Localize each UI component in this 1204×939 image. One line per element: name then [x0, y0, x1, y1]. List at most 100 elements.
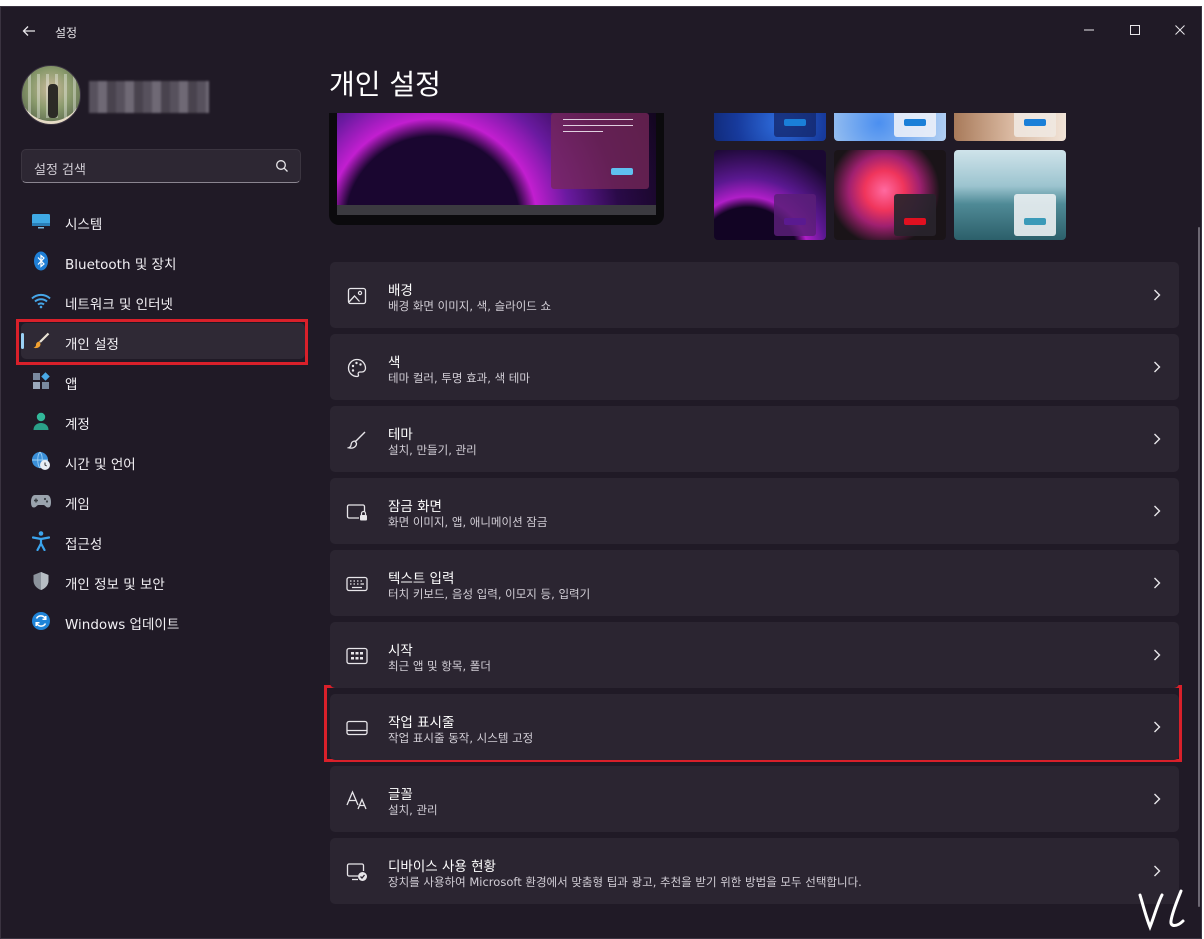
minimize-button[interactable]: [1066, 13, 1112, 47]
user-name-redacted: [89, 81, 209, 113]
setting-title: 텍스트 입력: [388, 571, 455, 587]
sidebar-item-label: 앱: [65, 377, 78, 393]
device-usage-icon: [346, 861, 368, 883]
theme-thumbnail[interactable]: [834, 113, 946, 141]
sidebar-item-privacy[interactable]: 개인 정보 및 보안: [21, 563, 305, 599]
theme-thumbnail[interactable]: [714, 150, 826, 240]
settings-window: 설정 설정 검색 시스템 Bluetooth 및 장치 네트워크 및 인터넷 개…: [0, 6, 1202, 939]
search-input[interactable]: 설정 검색: [21, 149, 301, 183]
sidebar-item-gaming[interactable]: 게임: [21, 483, 305, 519]
sidebar-item-label: Windows 업데이트: [65, 617, 180, 633]
sidebar-item-windows-update[interactable]: Windows 업데이트: [21, 603, 305, 639]
chevron-right-icon: [1149, 791, 1165, 807]
setting-description: 설치, 관리: [388, 803, 438, 817]
chevron-right-icon: [1149, 431, 1165, 447]
setting-description: 장치를 사용하여 Microsoft 환경에서 맞춤형 팁과 광고, 추천을 받…: [388, 875, 862, 889]
monitor-icon: [31, 211, 51, 231]
sidebar-item-bluetooth[interactable]: Bluetooth 및 장치: [21, 243, 305, 279]
theme-thumbnail[interactable]: [714, 113, 826, 141]
theme-thumbnail[interactable]: [954, 113, 1066, 141]
back-arrow-icon: [22, 26, 35, 36]
sidebar-nav: 시스템 Bluetooth 및 장치 네트워크 및 인터넷 개인 설정 앱 계정…: [21, 203, 305, 643]
setting-title: 작업 표시줄: [388, 715, 455, 731]
keyboard-icon: [346, 573, 368, 595]
accessibility-icon: [31, 531, 51, 551]
chevron-right-icon: [1149, 359, 1165, 375]
start-grid-icon: [346, 645, 368, 667]
setting-description: 설치, 만들기, 관리: [388, 443, 477, 457]
chevron-right-icon: [1149, 863, 1165, 879]
theme-thumbnail[interactable]: [834, 150, 946, 240]
setting-row-start[interactable]: 시작 최근 앱 및 항목, 폴더: [330, 622, 1179, 688]
minimize-icon: [1084, 29, 1094, 31]
avatar: [21, 65, 81, 125]
setting-row-taskbar[interactable]: 작업 표시줄 작업 표시줄 동작, 시스템 고정: [330, 694, 1179, 760]
chevron-right-icon: [1149, 719, 1165, 735]
apps-icon: [31, 371, 51, 391]
maximize-icon: [1130, 25, 1140, 35]
app-title: 설정: [55, 26, 78, 40]
shield-icon: [31, 571, 51, 591]
sidebar-item-label: Bluetooth 및 장치: [65, 257, 177, 273]
setting-title: 배경: [388, 283, 413, 299]
bluetooth-icon: [31, 251, 51, 271]
globe-clock-icon: [31, 451, 51, 471]
setting-row-lock-screen[interactable]: 잠금 화면 화면 이미지, 앱, 애니메이션 잠금: [330, 478, 1179, 544]
setting-description: 테마 컬러, 투명 효과, 색 테마: [388, 371, 530, 385]
sidebar-item-label: 네트워크 및 인터넷: [65, 297, 173, 313]
setting-title: 시작: [388, 643, 413, 659]
setting-title: 잠금 화면: [388, 499, 442, 515]
watermark-logo: [1138, 889, 1185, 932]
lock-screen-icon: [346, 501, 368, 523]
sidebar-item-apps[interactable]: 앱: [21, 363, 305, 399]
search-placeholder: 설정 검색: [34, 163, 86, 178]
page-title: 개인 설정: [329, 68, 441, 101]
chevron-right-icon: [1149, 287, 1165, 303]
sidebar-item-accounts[interactable]: 계정: [21, 403, 305, 439]
sidebar-item-system[interactable]: 시스템: [21, 203, 305, 239]
sidebar-item-label: 게임: [65, 497, 90, 513]
close-icon: [1175, 25, 1185, 35]
chevron-right-icon: [1149, 647, 1165, 663]
setting-description: 배경 화면 이미지, 색, 슬라이드 쇼: [388, 299, 552, 313]
setting-row-colors[interactable]: 색 테마 컬러, 투명 효과, 색 테마: [330, 334, 1179, 400]
chevron-right-icon: [1149, 503, 1165, 519]
taskbar-icon: [346, 717, 368, 739]
title-bar: 설정: [1, 7, 1201, 51]
sidebar-item-label: 개인 정보 및 보안: [65, 577, 165, 593]
desktop-preview: [329, 113, 664, 225]
setting-row-themes[interactable]: 테마 설치, 만들기, 관리: [330, 406, 1179, 472]
highlight-personalization: [16, 319, 308, 365]
setting-row-device-usage[interactable]: 디바이스 사용 현황 장치를 사용하여 Microsoft 환경에서 맞춤형 팁…: [330, 838, 1179, 904]
gamepad-icon: [31, 491, 51, 511]
setting-description: 작업 표시줄 동작, 시스템 고정: [388, 731, 534, 745]
maximize-button[interactable]: [1112, 13, 1158, 47]
sidebar-item-label: 시간 및 언어: [65, 457, 136, 473]
setting-title: 디바이스 사용 현황: [388, 859, 496, 875]
sidebar-item-label: 계정: [65, 417, 90, 433]
update-icon: [31, 611, 51, 631]
setting-row-fonts[interactable]: 글꼴 설치, 관리: [330, 766, 1179, 832]
theme-preview-area: [329, 113, 1179, 243]
person-icon: [31, 411, 51, 431]
setting-row-background[interactable]: 배경 배경 화면 이미지, 색, 슬라이드 쇼: [330, 262, 1179, 328]
sidebar-item-label: 접근성: [65, 537, 103, 553]
sidebar-item-accessibility[interactable]: 접근성: [21, 523, 305, 559]
setting-description: 최근 앱 및 항목, 폴더: [388, 659, 491, 673]
sidebar-item-label: 시스템: [65, 217, 103, 233]
search-icon: [276, 160, 288, 172]
setting-row-text-input[interactable]: 텍스트 입력 터치 키보드, 음성 입력, 이모지 등, 입력기: [330, 550, 1179, 616]
setting-description: 화면 이미지, 앱, 애니메이션 잠금: [388, 515, 548, 529]
setting-description: 터치 키보드, 음성 입력, 이모지 등, 입력기: [388, 587, 591, 601]
wifi-icon: [31, 291, 51, 311]
sidebar-item-network[interactable]: 네트워크 및 인터넷: [21, 283, 305, 319]
palette-icon: [346, 357, 368, 379]
scrollbar[interactable]: [1198, 227, 1200, 907]
close-button[interactable]: [1157, 13, 1201, 47]
setting-title: 색: [388, 355, 401, 371]
setting-title: 글꼴: [388, 787, 413, 803]
theme-thumbnail[interactable]: [954, 150, 1066, 240]
font-icon: [346, 789, 368, 811]
sidebar-item-time-language[interactable]: 시간 및 언어: [21, 443, 305, 479]
back-button[interactable]: [15, 17, 43, 45]
